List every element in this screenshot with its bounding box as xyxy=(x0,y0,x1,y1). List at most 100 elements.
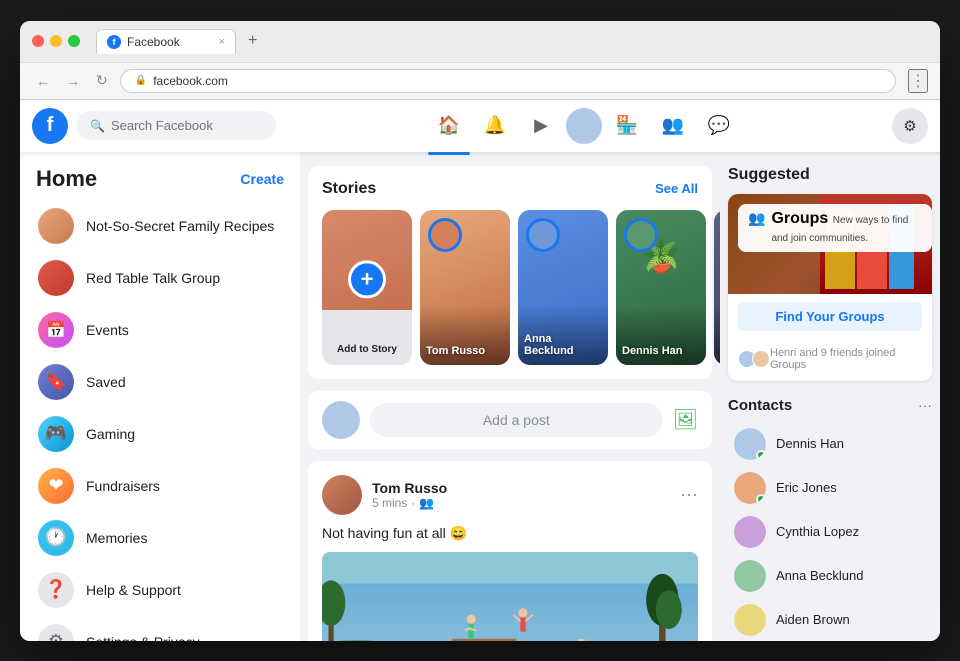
facebook-logo: f xyxy=(32,108,68,144)
story-label-dennis: Dennis Han xyxy=(622,345,700,357)
create-button[interactable]: Create xyxy=(240,171,284,187)
search-bar[interactable]: 🔍 xyxy=(76,111,276,140)
tab-close-button[interactable]: × xyxy=(219,36,225,48)
minimize-button[interactable] xyxy=(50,35,62,47)
groups-badge-icon: 👥 xyxy=(748,210,765,227)
sidebar-label-red-table: Red Table Talk Group xyxy=(86,270,220,286)
add-post-bar: Add a post 🖼 xyxy=(308,391,712,449)
browser-tab[interactable]: f Facebook × xyxy=(96,29,236,54)
notifications-nav-button[interactable]: 🔔 xyxy=(474,105,516,147)
contact-cynthia-lopez[interactable]: Cynthia Lopez xyxy=(728,510,932,554)
contacts-options-button[interactable]: ··· xyxy=(918,397,932,413)
sidebar-label-events: Events xyxy=(86,322,129,338)
sidebar-icon-memories: 🕐 xyxy=(38,520,74,556)
sidebar-label-fundraisers: Fundraisers xyxy=(86,478,160,494)
contact-eric-jones[interactable]: Eric Jones xyxy=(728,466,932,510)
story-anna-becklund[interactable]: Anna Becklund xyxy=(518,210,608,365)
contacts-section: Contacts ··· Dennis Han xyxy=(728,397,932,641)
contact-name-dennis: Dennis Han xyxy=(776,436,844,451)
story-dennis-han[interactable]: 🪴 Dennis Han xyxy=(616,210,706,365)
sidebar-label-saved: Saved xyxy=(86,374,126,390)
sidebar-icon-settings: ⚙ xyxy=(38,624,74,641)
post-card: Tom Russo 5 mins · 👥 ··· Not having fun … xyxy=(308,461,712,641)
watch-nav-button[interactable]: ▶ xyxy=(520,105,562,147)
post-composer-input[interactable]: Add a post xyxy=(370,403,663,437)
sidebar-header: Home Create xyxy=(28,162,292,200)
search-input[interactable] xyxy=(111,118,271,133)
reload-button[interactable]: ↻ xyxy=(92,70,112,91)
suggested-card: 👥 Groups New ways to find and join commu… xyxy=(728,194,932,381)
stories-header: Stories See All xyxy=(322,180,698,198)
add-story-card[interactable]: + Add to Story xyxy=(322,210,412,365)
browser-more-button[interactable]: ⋮ xyxy=(908,69,928,93)
close-button[interactable] xyxy=(32,35,44,47)
online-indicator xyxy=(756,450,766,460)
messenger-nav-button[interactable]: 💬 xyxy=(698,105,740,147)
sidebar-item-gaming[interactable]: 🎮 Gaming xyxy=(28,408,292,460)
sidebar-icon-saved: 🔖 xyxy=(38,364,74,400)
maximize-button[interactable] xyxy=(68,35,80,47)
friend-avatars xyxy=(738,350,766,368)
add-story-icon: + xyxy=(348,260,386,298)
contact-avatar-cynthia xyxy=(734,516,766,548)
post-meta: 5 mins · 👥 xyxy=(372,496,447,510)
tab-title: Facebook xyxy=(127,35,180,49)
add-photo-button[interactable]: 🖼 xyxy=(673,407,698,432)
friends-joined-text: Henri and 9 friends joined Groups xyxy=(770,347,922,371)
home-nav-button[interactable]: 🏠 xyxy=(428,105,470,147)
suggested-section: Suggested xyxy=(728,166,932,381)
post-options-button[interactable]: ··· xyxy=(680,484,698,505)
sidebar-item-help[interactable]: ❓ Help & Support xyxy=(28,564,292,616)
profile-avatar[interactable] xyxy=(566,108,602,144)
url-text: facebook.com xyxy=(153,74,228,88)
suggested-title: Suggested xyxy=(728,166,932,184)
sidebar-icon-family-recipes xyxy=(38,208,74,244)
sidebar-item-fundraisers[interactable]: ❤ Fundraisers xyxy=(28,460,292,512)
right-sidebar: Suggested xyxy=(720,152,940,641)
top-nav-right: ⚙ xyxy=(892,108,928,144)
groups-badge: 👥 Groups New ways to find and join commu… xyxy=(738,204,932,252)
suggested-banner: 👥 Groups New ways to find and join commu… xyxy=(728,194,932,294)
browser-nav: ← → ↻ 🔒 facebook.com ⋮ xyxy=(20,62,940,99)
post-author-name: Tom Russo xyxy=(372,480,447,496)
sidebar-item-saved[interactable]: 🔖 Saved xyxy=(28,356,292,408)
post-header: Tom Russo 5 mins · 👥 ··· xyxy=(322,475,698,515)
new-tab-button[interactable]: + xyxy=(248,32,257,50)
contacts-header: Contacts ··· xyxy=(728,397,932,414)
sidebar-icon-events: 📅 xyxy=(38,312,74,348)
sidebar-icon-fundraisers: ❤ xyxy=(38,468,74,504)
groups-nav-button[interactable]: 👥 xyxy=(652,105,694,147)
sidebar-label-gaming: Gaming xyxy=(86,426,135,442)
marketplace-nav-button[interactable]: 🏪 xyxy=(606,105,648,147)
sidebar-item-red-table[interactable]: Red Table Talk Group xyxy=(28,252,292,304)
post-composer-avatar xyxy=(322,401,360,439)
back-button[interactable]: ← xyxy=(32,71,54,91)
story-avatar-anna xyxy=(526,218,560,252)
sidebar-item-events[interactable]: 📅 Events xyxy=(28,304,292,356)
contact-dennis-han[interactable]: Dennis Han xyxy=(728,422,932,466)
settings-nav-button[interactable]: ⚙ xyxy=(892,108,928,144)
contact-avatar-eric xyxy=(734,472,766,504)
forward-button[interactable]: → xyxy=(62,71,84,91)
contact-name-anna: Anna Becklund xyxy=(776,568,863,583)
story-tom-russo[interactable]: Tom Russo xyxy=(420,210,510,365)
feed-area: Stories See All + Add to Story xyxy=(300,152,720,641)
story-label-anna: Anna Becklund xyxy=(524,333,602,357)
sidebar-label-help: Help & Support xyxy=(86,582,181,598)
sidebar-item-memories[interactable]: 🕐 Memories xyxy=(28,512,292,564)
story-cynthia-lopez[interactable]: Cynthia Lopez xyxy=(714,210,720,365)
post-image xyxy=(322,552,698,641)
post-author-avatar xyxy=(322,475,362,515)
find-groups-button[interactable]: Find Your Groups xyxy=(738,302,922,331)
sidebar-label-settings: Settings & Privacy xyxy=(86,634,200,641)
contact-aiden-brown[interactable]: Aiden Brown xyxy=(728,598,932,641)
sidebar-item-family-recipes[interactable]: Not-So-Secret Family Recipes xyxy=(28,200,292,252)
see-all-button[interactable]: See All xyxy=(655,181,698,196)
contact-avatar-anna xyxy=(734,560,766,592)
contacts-title: Contacts xyxy=(728,397,792,414)
groups-badge-title: Groups xyxy=(771,210,828,227)
sidebar-item-settings-privacy[interactable]: ⚙ Settings & Privacy xyxy=(28,616,292,641)
address-bar[interactable]: 🔒 facebook.com xyxy=(120,69,896,93)
contact-anna-becklund[interactable]: Anna Becklund xyxy=(728,554,932,598)
stories-title: Stories xyxy=(322,180,376,198)
